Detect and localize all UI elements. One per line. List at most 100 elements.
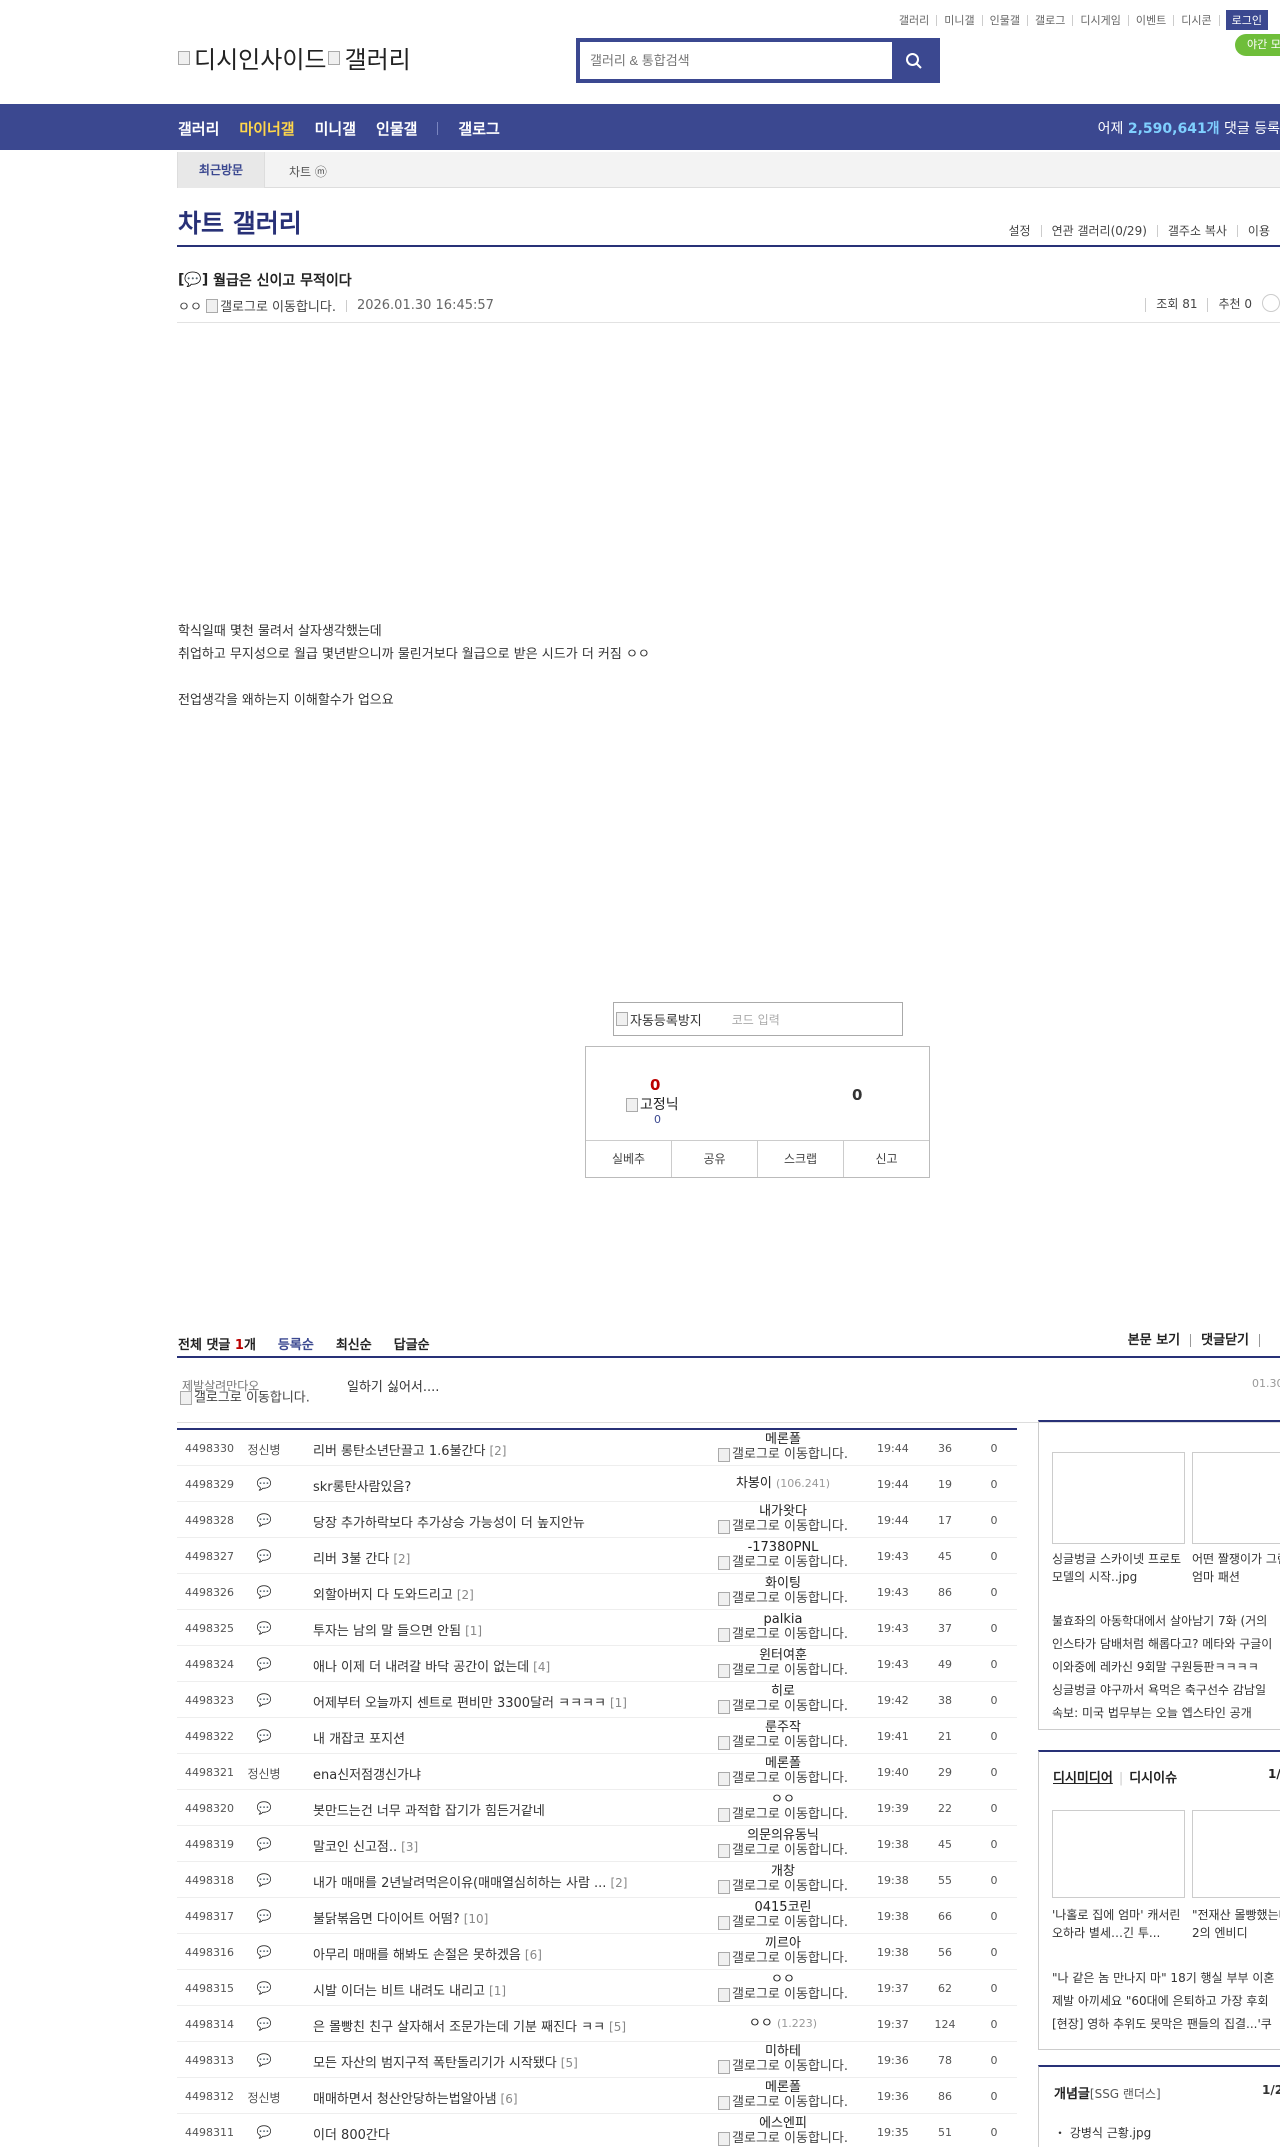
reply-count[interactable]: [2] bbox=[457, 1588, 474, 1602]
post-link[interactable]: ena신저점갱신가냐 bbox=[313, 1764, 425, 1783]
hit-thumbnail[interactable] bbox=[1192, 1452, 1280, 1544]
post-writer[interactable]: ㅇㅇ 갤로그로 이동합니다. bbox=[713, 1972, 853, 2002]
post-head-subject[interactable]: 💬 bbox=[243, 1549, 285, 1563]
list-row[interactable]: 4498312 정신병 매매하면서 청산안당하는법알아냄 [6] 메론폴 갤로그로 이동합… bbox=[177, 2078, 1017, 2114]
post-link[interactable]: 투자는 남의 말 들으면 안됨 [1] bbox=[313, 1620, 482, 1639]
writer-galog-img[interactable]: 갤로그로 이동합니다. bbox=[713, 1735, 853, 1750]
reply-count[interactable]: [4] bbox=[533, 1660, 550, 1674]
refresh-comments-button[interactable] bbox=[1259, 1334, 1280, 1347]
post-head-subject[interactable]: 💬 bbox=[243, 2125, 285, 2139]
post-writer[interactable]: 룬주작 갤로그로 이동합니다. bbox=[713, 1720, 853, 1750]
writer-galog-img[interactable]: 갤로그로 이동합니다. bbox=[713, 1663, 853, 1678]
post-head-subject[interactable]: 💬 bbox=[243, 2017, 285, 2031]
post-link[interactable]: 외할아버지 다 도와드리고 [2] bbox=[313, 1584, 474, 1603]
reply-count[interactable]: [5] bbox=[561, 2056, 578, 2070]
post-writer[interactable]: 개창 갤로그로 이동합니다. bbox=[713, 1864, 853, 1894]
media-list-item[interactable]: [현장] 영하 추위도 못막은 팬들의 집결...'쿠 bbox=[1052, 2013, 1274, 2036]
scrap-button[interactable]: 스크랩 bbox=[757, 1141, 843, 1177]
reply-count[interactable]: [1] bbox=[610, 1696, 627, 1710]
writer-galog-img[interactable]: 갤로그로 이동합니다. bbox=[713, 1807, 853, 1822]
writer-galog-img[interactable]: 갤로그로 이동합니다. bbox=[713, 1555, 853, 1570]
writer-galog-img[interactable]: 갤로그로 이동합니다. bbox=[713, 2095, 853, 2110]
gallery-settings-link[interactable]: 설정 bbox=[998, 225, 1040, 237]
post-writer[interactable]: 메론폴 갤로그로 이동합니다. bbox=[713, 2080, 853, 2110]
report-button[interactable]: 신고 bbox=[843, 1141, 929, 1177]
sort-registered[interactable]: 등록순 bbox=[278, 1334, 314, 1353]
writer-galog-img[interactable]: 갤로그로 이동합니다. bbox=[713, 1951, 853, 1966]
writer-galog-img[interactable]: 갤로그로 이동합니다. bbox=[713, 1699, 853, 1714]
list-row[interactable]: 4498325 💬 투자는 남의 말 들으면 안됨 [1] palkia 갤로그로 이동합… bbox=[177, 1610, 1017, 1646]
tab-dc-issue[interactable]: 디시이슈 bbox=[1129, 1771, 1177, 1786]
recent-visit-item[interactable]: 차트 ⓜ bbox=[289, 163, 327, 180]
list-row[interactable]: 4498321 정신병 ena신저점갱신가냐 메론폴 갤로그로 이동합니다. 19:40 2… bbox=[177, 1754, 1017, 1790]
hit-caption[interactable]: 싱글벙글 스카이넷 프로토 모델의 시작..jpg bbox=[1052, 1550, 1185, 1586]
list-row[interactable]: 4498320 💬 봇만드는건 너무 과적합 잡기가 힘든거같네 ㅇㅇ 갤로그로 이동합… bbox=[177, 1790, 1017, 1826]
comment-author-img[interactable]: 갤로그로 이동합니다. bbox=[180, 1391, 312, 1405]
post-writer[interactable]: 히로 갤로그로 이동합니다. bbox=[713, 1684, 853, 1714]
post-head-subject[interactable]: 💬 bbox=[243, 1621, 285, 1635]
post-head-subject[interactable]: 💬 bbox=[243, 1945, 285, 1959]
post-head-subject[interactable]: 💬 bbox=[243, 1837, 285, 1851]
post-writer[interactable]: 미하테 갤로그로 이동합니다. bbox=[713, 2044, 853, 2074]
reply-count[interactable]: [3] bbox=[401, 1840, 418, 1854]
list-row[interactable]: 4498330 정신병 리버 롱탄소년단끌고 1.6불간다 [2] 메론폴 갤로그로 이동… bbox=[177, 1430, 1017, 1466]
nav-galog[interactable]: 갤로그 bbox=[458, 118, 499, 139]
list-row[interactable]: 4498327 💬 리버 3불 간다 [2] -17380PNL 갤로그로 이동합니다. 1… bbox=[177, 1538, 1017, 1574]
post-link[interactable]: 은 몰빵친 친구 살자해서 조문가는데 기분 째진다 ㅋㅋ [5] bbox=[313, 2016, 626, 2035]
hit-list-item[interactable]: 속보: 미국 법무부는 오늘 엡스타인 공개 bbox=[1052, 1702, 1272, 1725]
post-link[interactable]: 애나 이제 더 내려갈 바닥 공간이 없는데 [4] bbox=[313, 1656, 550, 1675]
night-mode-button[interactable]: 야간 모드 bbox=[1235, 34, 1280, 56]
top-link-galog[interactable]: 갤로그 bbox=[1028, 14, 1074, 26]
sort-replies[interactable]: 답글순 bbox=[394, 1334, 430, 1353]
post-link[interactable]: 매매하면서 청산안당하는법알아냄 [6] bbox=[313, 2088, 518, 2107]
post-writer[interactable]: 메론폴 갤로그로 이동합니다. bbox=[713, 1756, 853, 1786]
nav-gallery[interactable]: 갤러리 bbox=[178, 118, 219, 139]
top-link-person[interactable]: 인물갤 bbox=[983, 14, 1029, 26]
tab-dc-media[interactable]: 디시미디어 bbox=[1053, 1771, 1113, 1786]
post-link[interactable]: 어제부터 오늘까지 센트로 편비만 3300달러 ㅋㅋㅋㅋ [1] bbox=[313, 1692, 627, 1711]
post-link[interactable]: 당장 추가하락보다 추가상승 가능성이 더 높지안뉴 bbox=[313, 1512, 589, 1531]
post-head-subject[interactable]: 💬 bbox=[243, 1513, 285, 1527]
writer-galog-img[interactable]: 갤로그로 이동합니다. bbox=[713, 1627, 853, 1642]
hit-thumbnail[interactable] bbox=[1052, 1452, 1185, 1544]
list-row[interactable]: 4498311 💬 이더 800간다 에스엔피 갤로그로 이동합니다. 19:35 51 0 bbox=[177, 2114, 1017, 2147]
post-link[interactable]: 시발 이더는 비트 내려도 내리고 [1] bbox=[313, 1980, 506, 1999]
reply-count[interactable]: [1] bbox=[465, 1624, 482, 1638]
list-row[interactable]: 4498329 💬 skr롱탄사람있음? 차봉이 (106.241) 19:44 19 0 bbox=[177, 1466, 1017, 1502]
writer-galog-img[interactable]: 갤로그로 이동합니다. bbox=[713, 1519, 853, 1534]
writer-galog-img[interactable]: 갤로그로 이동합니다. bbox=[713, 1843, 853, 1858]
list-row[interactable]: 4498322 💬 내 개잡코 포지션 룬주작 갤로그로 이동합니다. 19:41 21 0 bbox=[177, 1718, 1017, 1754]
post-more-circle[interactable] bbox=[1262, 294, 1280, 312]
post-writer[interactable]: ㅇㅇ (1.223) bbox=[713, 2016, 853, 2031]
gallery-usage-link[interactable]: 이용 bbox=[1236, 225, 1280, 237]
writer-galog-img[interactable]: 갤로그로 이동합니다. bbox=[713, 1771, 853, 1786]
top-link-game[interactable]: 디시게임 bbox=[1073, 14, 1129, 26]
nav-person-gallery[interactable]: 인물갤 bbox=[376, 118, 417, 139]
reply-count[interactable]: [2] bbox=[393, 1552, 410, 1566]
list-row[interactable]: 4498319 💬 말코인 신고점.. [3] 의문의유동닉 갤로그로 이동합니다. 19:… bbox=[177, 1826, 1017, 1862]
post-writer[interactable]: 내가왓다 갤로그로 이동합니다. bbox=[713, 1504, 853, 1534]
upvote-count[interactable]: 0 bbox=[650, 1076, 660, 1094]
reply-count[interactable]: [10] bbox=[464, 1912, 489, 1926]
post-writer[interactable]: 에스엔피 갤로그로 이동합니다. bbox=[713, 2116, 853, 2146]
share-button[interactable]: 공유 bbox=[671, 1141, 757, 1177]
search-input[interactable] bbox=[580, 42, 892, 79]
post-head-subject[interactable]: 💬 bbox=[243, 2053, 285, 2067]
post-head-subject[interactable]: 정신병 bbox=[243, 2089, 285, 2106]
media-list-item[interactable]: 제발 아끼세요 "60대에 은퇴하고 가장 후회 bbox=[1052, 1990, 1274, 2013]
reply-count[interactable]: [1] bbox=[489, 1984, 506, 1998]
login-button[interactable]: 로그인 bbox=[1225, 10, 1268, 30]
post-head-subject[interactable]: 정신병 bbox=[243, 1765, 285, 1782]
list-row[interactable]: 4498316 💬 아무리 매매를 해봐도 손절은 못하겠음 [6] 끼르아 갤로그로 이… bbox=[177, 1934, 1017, 1970]
reply-count[interactable]: [2] bbox=[489, 1444, 506, 1458]
list-row[interactable]: 4498318 💬 내가 매매를 2년날려먹은이유(매매열심히하는 사람 ... [2… bbox=[177, 1862, 1017, 1898]
sort-latest[interactable]: 최신순 bbox=[336, 1334, 372, 1353]
post-head-subject[interactable]: 💬 bbox=[243, 1693, 285, 1707]
post-writer[interactable]: palkia 갤로그로 이동합니다. bbox=[713, 1612, 853, 1642]
post-link[interactable]: 내가 매매를 2년날려먹은이유(매매열심히하는 사람 ... [2] bbox=[313, 1872, 627, 1891]
writer-galog-img[interactable]: 갤로그로 이동합니다. bbox=[713, 1591, 853, 1606]
post-head-subject[interactable]: 💬 bbox=[243, 1873, 285, 1887]
post-writer[interactable]: ㅇㅇ 갤로그로 이동합니다. bbox=[713, 1792, 853, 1822]
top-link-gallery[interactable]: 갤러리 bbox=[892, 14, 938, 26]
post-writer[interactable]: 메론폴 갤로그로 이동합니다. bbox=[713, 1432, 853, 1462]
